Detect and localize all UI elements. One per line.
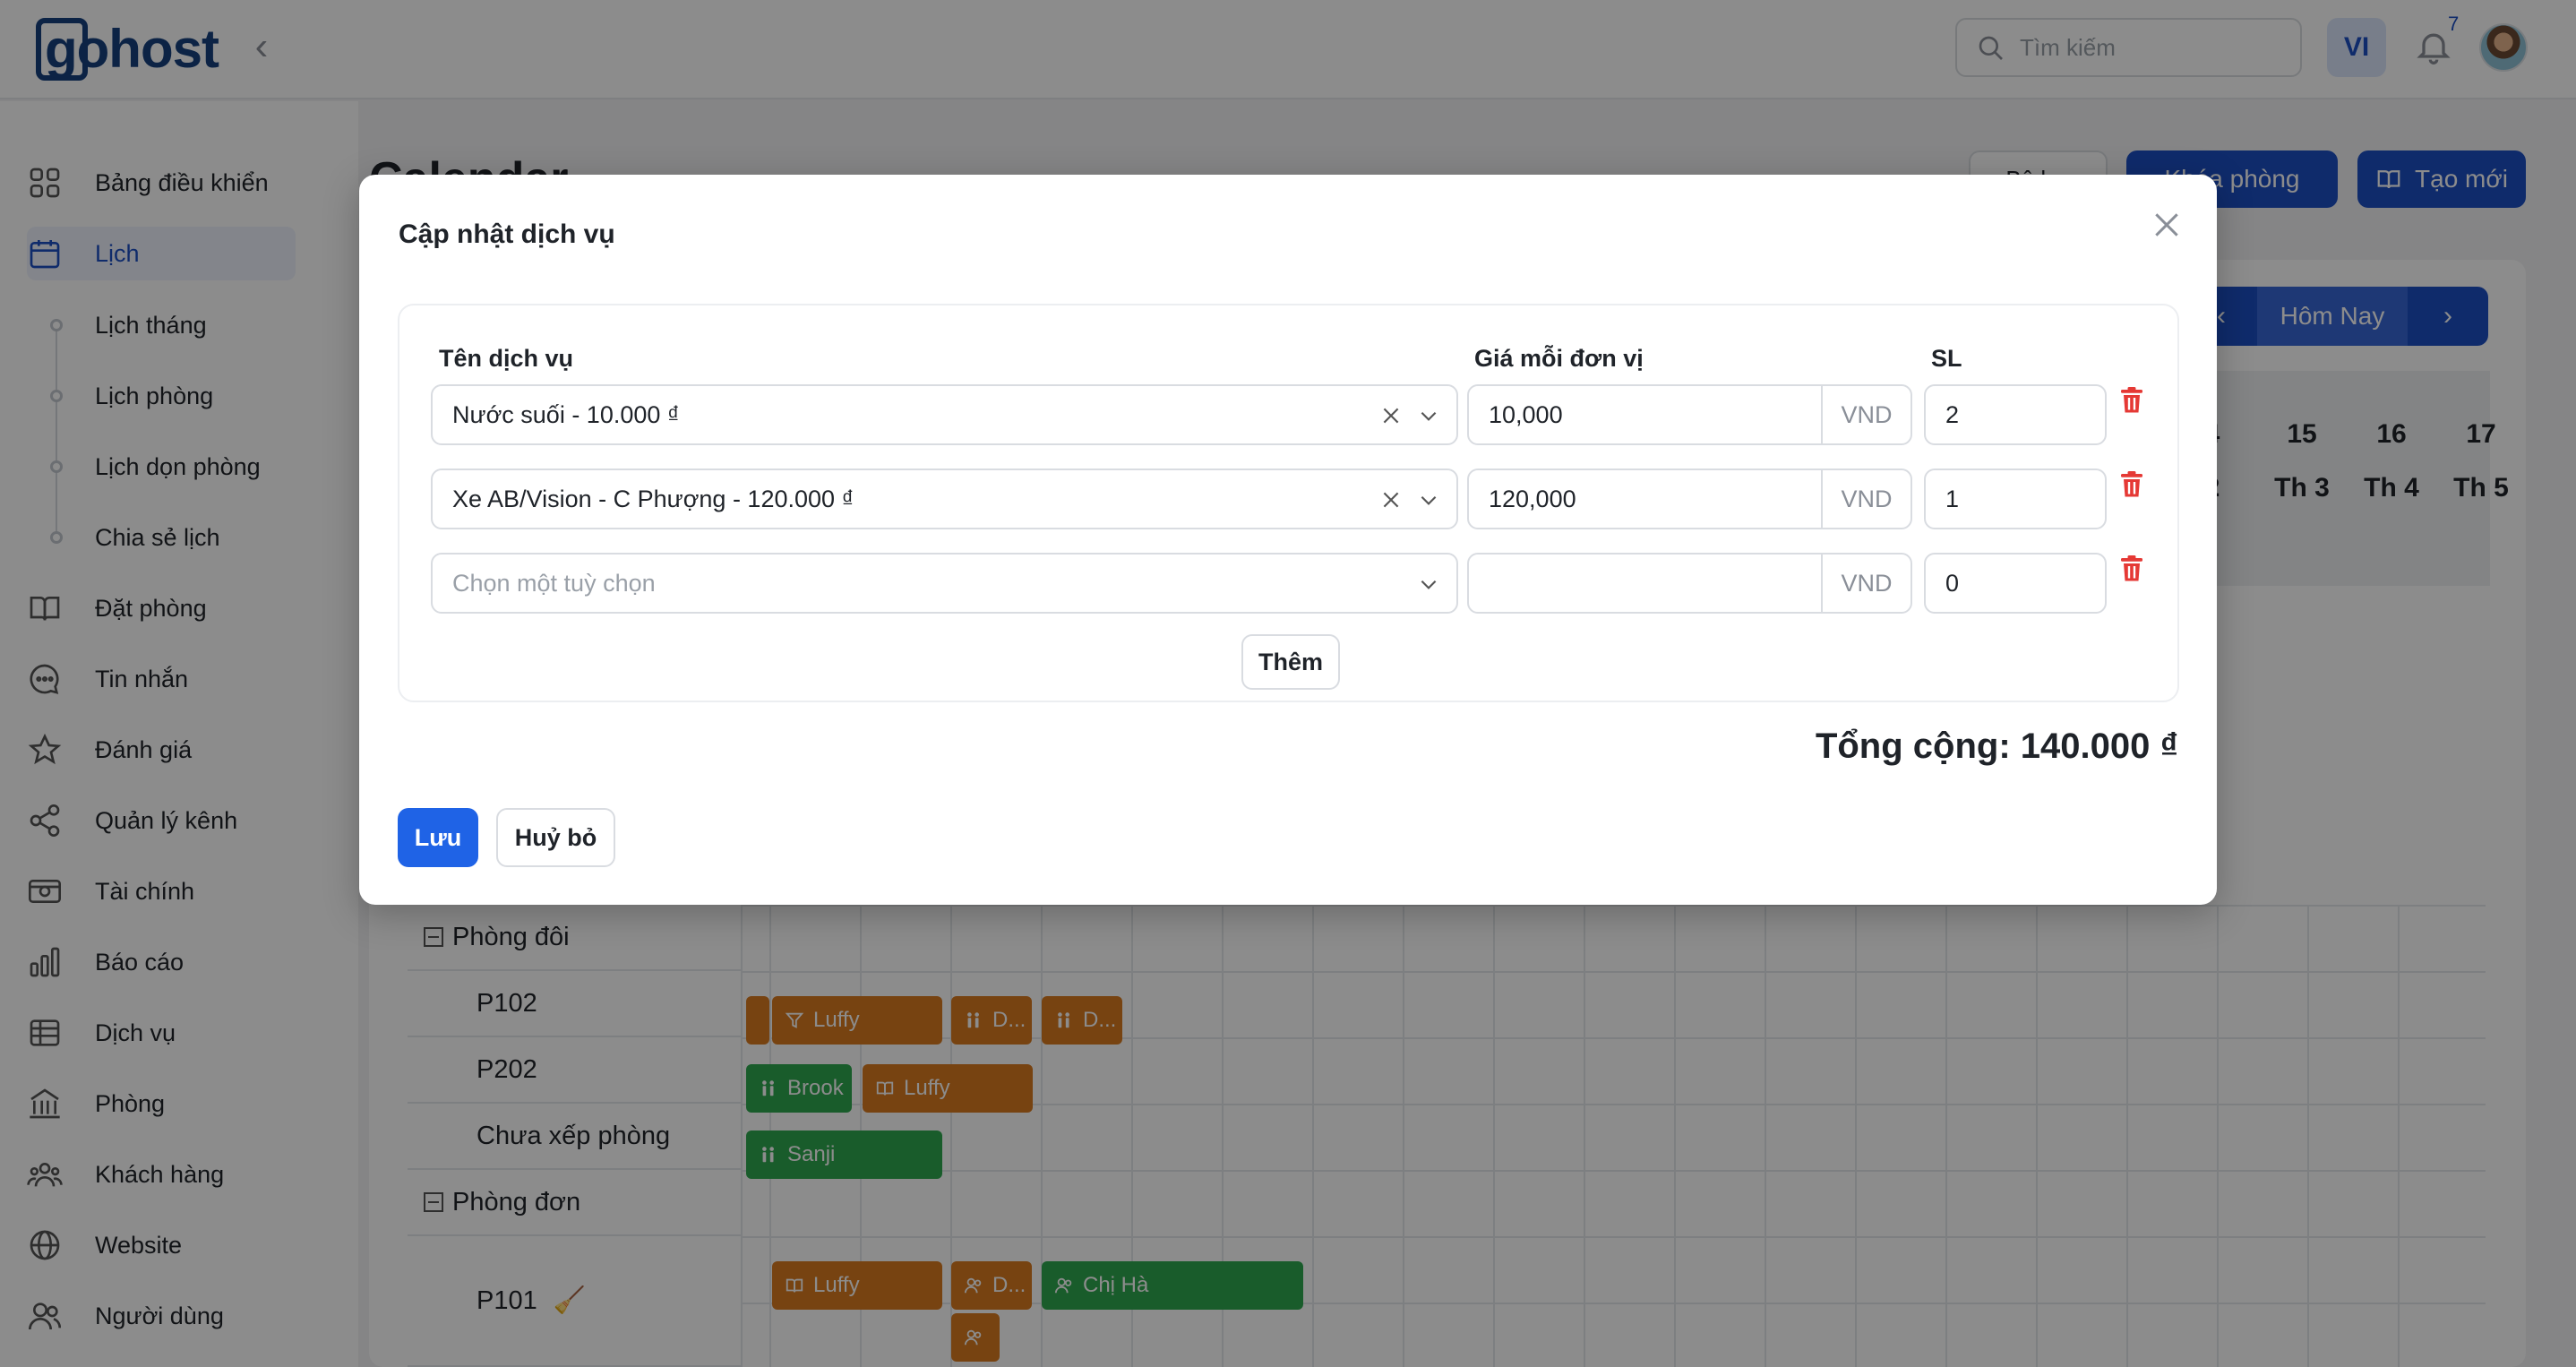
dialog-title: Cập nhật dịch vụ (399, 219, 615, 249)
quantity-value: 2 (1945, 400, 1960, 428)
save-button[interactable]: Lưu (398, 808, 478, 867)
add-service-button[interactable]: Thêm (1241, 634, 1340, 690)
total-amount: Tổng cộng: 140.000 ₫ (1815, 726, 2178, 766)
column-header-price: Giá mỗi đơn vị (1474, 345, 1644, 372)
quantity-input[interactable]: 2 (1924, 384, 2107, 445)
quantity-value: 1 (1945, 485, 1960, 512)
service-table: Tên dịch vụ Giá mỗi đơn vị SL Nước suối … (398, 304, 2179, 702)
price-input[interactable]: 10,000 VND (1467, 384, 1912, 445)
currency-addon: VND (1821, 386, 1911, 443)
service-select[interactable]: Xe AB/Vision - C Phượng - 120.000 ₫ (431, 469, 1458, 529)
service-select-value: Xe AB/Vision - C Phượng - 120.000 ₫ (452, 485, 854, 512)
service-select[interactable]: Chọn một tuỳ chọn (431, 553, 1458, 614)
price-value: 10,000 (1489, 400, 1563, 428)
quantity-value: 0 (1945, 569, 1960, 597)
service-row: Xe AB/Vision - C Phượng - 120.000 ₫ 120,… (399, 469, 2181, 531)
price-input[interactable]: 120,000 VND (1467, 469, 1912, 529)
chevron-down-icon[interactable] (1417, 404, 1440, 427)
clear-icon[interactable] (1379, 404, 1403, 427)
price-input[interactable]: VND (1467, 553, 1912, 614)
currency-addon: VND (1821, 555, 1911, 612)
trash-icon[interactable] (2116, 551, 2148, 587)
close-icon[interactable] (2149, 207, 2185, 243)
cancel-button[interactable]: Huỷ bỏ (496, 808, 615, 867)
chevron-down-icon[interactable] (1417, 488, 1440, 512)
service-select[interactable]: Nước suối - 10.000 ₫ (431, 384, 1458, 445)
quantity-input[interactable]: 1 (1924, 469, 2107, 529)
trash-icon[interactable] (2116, 383, 2148, 418)
service-select-placeholder: Chọn một tuỳ chọn (452, 569, 656, 597)
service-row: Nước suối - 10.000 ₫ 10,000 VND 2 (399, 384, 2181, 447)
service-row: Chọn một tuỳ chọn VND 0 (399, 553, 2181, 615)
clear-icon[interactable] (1379, 488, 1403, 512)
trash-icon[interactable] (2116, 467, 2148, 503)
column-header-qty: SL (1931, 345, 1962, 372)
price-value: 120,000 (1489, 485, 1576, 512)
chevron-down-icon[interactable] (1417, 572, 1440, 596)
column-header-service: Tên dịch vụ (439, 345, 574, 372)
currency-addon: VND (1821, 470, 1911, 528)
service-select-value: Nước suối - 10.000 ₫ (452, 400, 680, 428)
update-service-dialog: Cập nhật dịch vụ Tên dịch vụ Giá mỗi đơn… (359, 175, 2217, 905)
quantity-input[interactable]: 0 (1924, 553, 2107, 614)
